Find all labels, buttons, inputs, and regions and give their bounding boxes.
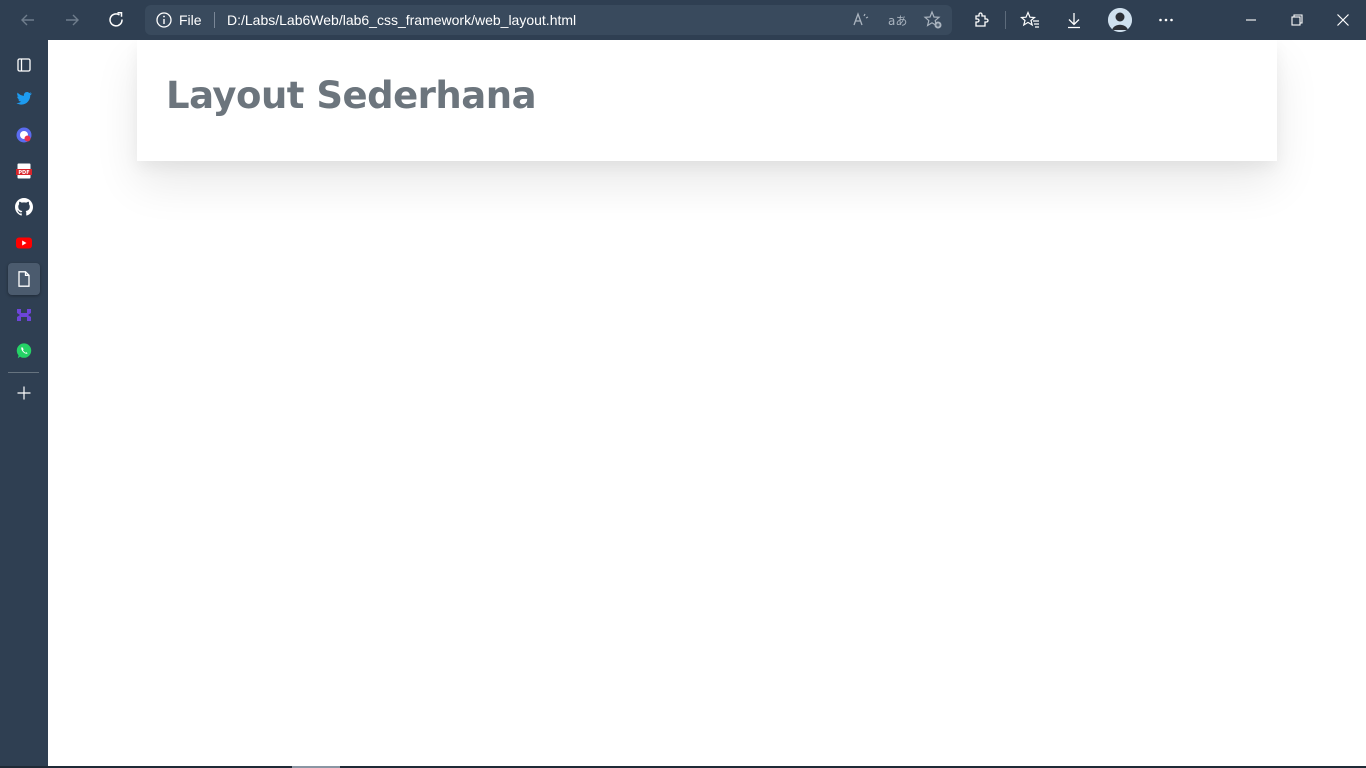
- svg-text:aあ: aあ: [888, 14, 907, 28]
- browser-window: File D:/Labs/Lab6Web/lab6_css_framework/…: [0, 0, 1366, 768]
- back-button[interactable]: [12, 4, 44, 36]
- sidebar-item-page[interactable]: [8, 263, 40, 295]
- avatar[interactable]: [1108, 8, 1132, 32]
- page-content: Layout Sederhana: [48, 40, 1366, 766]
- whatsapp-icon: [16, 343, 32, 359]
- address-divider: [214, 12, 215, 28]
- more-button[interactable]: [1150, 4, 1182, 36]
- sidebar-item-whatsapp[interactable]: [8, 335, 40, 367]
- favorites-icon: [1020, 10, 1039, 28]
- browser-toolbar: File D:/Labs/Lab6Web/lab6_css_framework/…: [0, 0, 1366, 40]
- close-button[interactable]: [1327, 4, 1359, 36]
- page-title: Layout Sederhana: [166, 74, 537, 117]
- sidebar-item-youtube[interactable]: [8, 227, 40, 259]
- sidebar-add-button[interactable]: [8, 377, 40, 409]
- app-icon: [17, 309, 31, 321]
- translate-icon: aあ: [888, 14, 907, 28]
- refresh-icon: [109, 12, 123, 27]
- read-aloud-icon: [853, 12, 869, 26]
- more-icon: [1159, 18, 1173, 22]
- refresh-button[interactable]: [100, 4, 132, 36]
- downloads-button[interactable]: [1058, 4, 1090, 36]
- restore-button[interactable]: [1281, 4, 1313, 36]
- twitter-icon: [16, 92, 32, 105]
- page-icon: [18, 271, 30, 287]
- url-text[interactable]: D:/Labs/Lab6Web/lab6_css_framework/web_l…: [227, 5, 576, 35]
- forward-button[interactable]: [56, 4, 88, 36]
- minimize-icon: [1246, 19, 1256, 21]
- profile-icon: [1108, 8, 1132, 32]
- github-icon: [15, 198, 33, 216]
- translate-button[interactable]: aあ: [885, 8, 909, 32]
- read-aloud-button[interactable]: [849, 8, 873, 32]
- sidebar-item-pdf[interactable]: PDF: [8, 155, 40, 187]
- close-icon: [1337, 14, 1349, 26]
- extensions-button[interactable]: [965, 4, 997, 36]
- pdf-icon: PDF: [16, 163, 32, 179]
- puzzle-icon: [975, 12, 989, 27]
- minimize-button[interactable]: [1235, 4, 1267, 36]
- tab-actions-icon: [17, 58, 31, 72]
- toolbar-divider: [1005, 11, 1006, 29]
- app-icon: [16, 127, 32, 143]
- restore-icon: [1291, 14, 1303, 26]
- sidebar-item-github[interactable]: [8, 191, 40, 223]
- site-info-label: File: [179, 12, 202, 28]
- page-header: Layout Sederhana: [137, 40, 1277, 161]
- star-add-icon: [923, 10, 942, 29]
- favorites-button[interactable]: [1014, 4, 1046, 36]
- svg-text:PDF: PDF: [18, 170, 29, 176]
- download-icon: [1068, 13, 1080, 29]
- plus-icon: [17, 386, 31, 400]
- browser-sidebar: PDF: [0, 40, 48, 768]
- site-info-button[interactable]: File: [155, 5, 202, 35]
- sidebar-item-tab-actions[interactable]: [8, 49, 40, 81]
- sidebar-divider: [8, 372, 39, 373]
- sidebar-item-app[interactable]: [8, 119, 40, 151]
- add-favorite-button[interactable]: [921, 8, 945, 32]
- sidebar-item-twitter[interactable]: [8, 82, 40, 114]
- arrow-right-icon: [66, 14, 79, 26]
- sidebar-item-app-2[interactable]: [8, 299, 40, 331]
- youtube-icon: [16, 237, 32, 249]
- arrow-left-icon: [21, 14, 34, 26]
- info-icon: [156, 12, 172, 28]
- address-bar[interactable]: File D:/Labs/Lab6Web/lab6_css_framework/…: [145, 5, 952, 35]
